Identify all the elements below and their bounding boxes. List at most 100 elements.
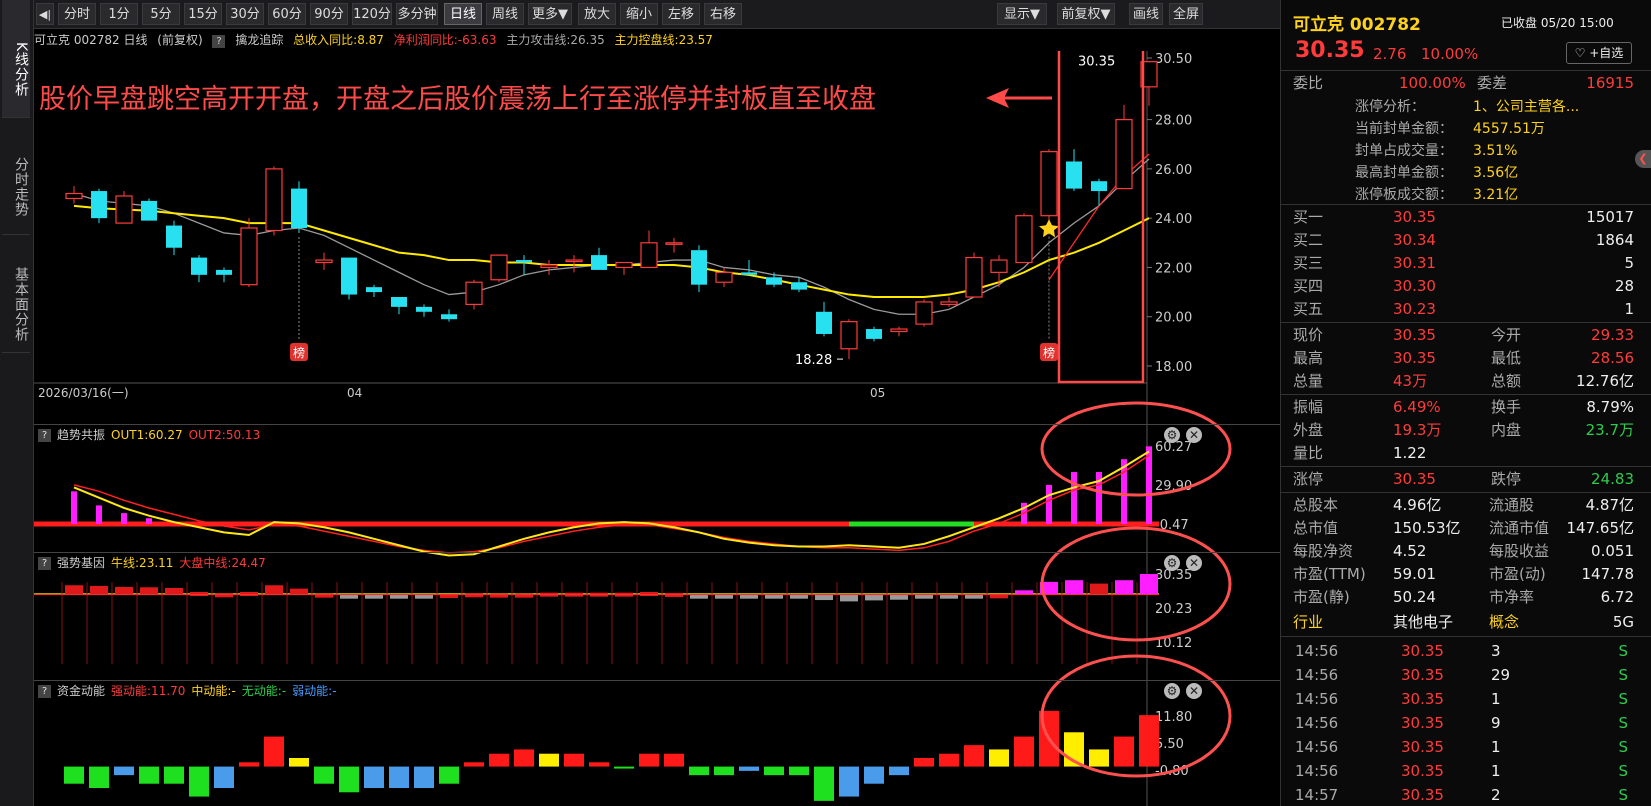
candle[interactable]: [416, 306, 432, 312]
timeframe-3[interactable]: 15分: [184, 3, 222, 25]
value: 1: [1491, 690, 1501, 708]
candle[interactable]: [1115, 118, 1133, 190]
toolbar-right-1[interactable]: 前复权▼: [1057, 3, 1115, 25]
candle[interactable]: [1091, 181, 1107, 192]
panel3-title: 资金动能: [57, 684, 106, 698]
candle[interactable]: [1066, 161, 1082, 189]
p3-bar: [739, 766, 759, 771]
p3-bar: [564, 753, 584, 767]
candle[interactable]: [866, 329, 882, 339]
candle[interactable]: [315, 259, 333, 264]
add-favorite-button[interactable]: ♡ +自选: [1566, 42, 1632, 64]
timeframe-1[interactable]: 1分: [100, 3, 138, 25]
candle[interactable]: [516, 260, 532, 263]
candle[interactable]: [216, 269, 232, 275]
candle[interactable]: [441, 314, 457, 320]
candle[interactable]: [715, 271, 733, 283]
candle[interactable]: [141, 200, 157, 221]
value: 30.35: [1393, 349, 1436, 367]
help-icon[interactable]: ?: [38, 557, 51, 570]
candle[interactable]: [965, 256, 983, 298]
candle[interactable]: [115, 195, 133, 224]
left-tab-0[interactable]: K线分析: [2, 0, 30, 118]
candle[interactable]: [766, 277, 782, 285]
candle[interactable]: [640, 242, 658, 269]
candle[interactable]: [540, 264, 558, 269]
back-button[interactable]: ◀|: [36, 3, 54, 25]
x-tick-label: 05: [870, 386, 885, 400]
candle[interactable]: [191, 257, 207, 275]
candle[interactable]: [741, 272, 757, 275]
timeframe-0[interactable]: 分时: [58, 3, 96, 25]
stat-row: 总量 43万 总额 12.76亿: [1281, 370, 1651, 393]
gear-icon[interactable]: ⚙: [1164, 683, 1180, 699]
timeframe-4[interactable]: 30分: [226, 3, 264, 25]
candle[interactable]: [915, 301, 933, 325]
gear-icon[interactable]: ⚙: [1164, 555, 1180, 571]
help-icon[interactable]: ?: [38, 685, 51, 698]
left-tab-2[interactable]: 基本面分析: [2, 235, 30, 353]
candle[interactable]: [665, 242, 683, 245]
candle[interactable]: [265, 168, 283, 232]
label: 涨停分析：: [1355, 99, 1425, 115]
p2-bar: [415, 594, 433, 599]
candle[interactable]: [565, 259, 583, 263]
timeframe-14[interactable]: 左移: [662, 3, 700, 25]
candle[interactable]: [65, 192, 83, 200]
label: 买一: [1293, 208, 1324, 226]
candle[interactable]: [240, 227, 258, 286]
timeframe-8[interactable]: 多分钟: [396, 3, 438, 25]
candle[interactable]: [341, 257, 357, 295]
candle[interactable]: [816, 311, 832, 334]
timeframe-13[interactable]: 缩小: [620, 3, 658, 25]
scroll-arrow-icon[interactable]: ❮: [1635, 150, 1651, 168]
left-tab-1[interactable]: 分时走势: [2, 118, 30, 235]
timeframe-15[interactable]: 右移: [704, 3, 742, 25]
value: 4557.51万: [1473, 121, 1545, 137]
candle[interactable]: [615, 261, 633, 269]
limit-analysis-row: 封单占成交量： 3.51%: [1281, 140, 1651, 163]
candle[interactable]: [791, 282, 807, 290]
timeframe-12[interactable]: 放大: [578, 3, 616, 25]
timeframe-10[interactable]: 周线: [486, 3, 524, 25]
timeframe-2[interactable]: 5分: [142, 3, 180, 25]
p2-bar: [815, 594, 833, 601]
high-label: 30.35: [1078, 55, 1115, 70]
candle[interactable]: [1015, 215, 1033, 264]
trade-tick-row: 14:56 30.35 1 S: [1281, 760, 1651, 783]
candle[interactable]: [691, 250, 707, 285]
panel2-header: ? 强势基因 牛线:23.11 大盘中线:24.47 ⚙ ✕: [34, 552, 1280, 572]
close-icon[interactable]: ✕: [1186, 683, 1202, 699]
timeframe-7[interactable]: 120分: [352, 3, 392, 25]
candle[interactable]: [465, 281, 483, 305]
candle[interactable]: [91, 191, 107, 219]
candle[interactable]: [391, 297, 407, 307]
candle[interactable]: [940, 301, 958, 306]
help-icon[interactable]: ?: [212, 35, 226, 48]
label: 现价: [1293, 326, 1324, 344]
help-icon[interactable]: ?: [38, 429, 51, 442]
candle[interactable]: [366, 287, 382, 293]
price-change-pct: 10.00%: [1421, 45, 1479, 63]
value: 5: [1624, 254, 1634, 272]
timeframe-9[interactable]: 日线: [444, 3, 482, 25]
timeframe-6[interactable]: 90分: [310, 3, 348, 25]
toolbar-right-2[interactable]: 画线: [1129, 3, 1163, 25]
timeframe-5[interactable]: 60分: [268, 3, 306, 25]
candle[interactable]: [990, 259, 1008, 273]
fq-label[interactable]: (前复权): [157, 33, 202, 47]
close-icon[interactable]: ✕: [1186, 427, 1202, 443]
toolbar-right-3[interactable]: 全屏: [1169, 3, 1203, 25]
close-icon[interactable]: ✕: [1186, 555, 1202, 571]
candle[interactable]: [840, 321, 858, 350]
toolbar-right-0[interactable]: 显示▼: [997, 3, 1047, 25]
candle[interactable]: [166, 225, 182, 248]
candle[interactable]: [490, 254, 508, 281]
timeframe-11[interactable]: 更多▼: [528, 3, 572, 25]
candle[interactable]: [1040, 151, 1058, 217]
candle[interactable]: [291, 188, 307, 229]
candle[interactable]: [591, 255, 607, 270]
candle[interactable]: [890, 328, 908, 333]
p2-bar: [190, 591, 208, 596]
gear-icon[interactable]: ⚙: [1164, 427, 1180, 443]
